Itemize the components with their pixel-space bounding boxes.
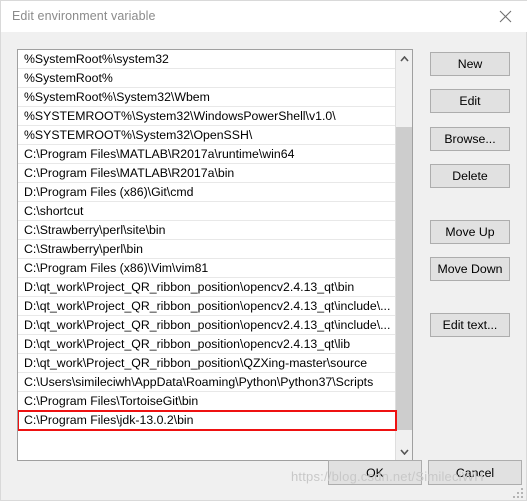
list-item[interactable]: %SystemRoot%\System32\Wbem [18, 88, 396, 107]
list-item[interactable]: D:\qt_work\Project_QR_ribbon_position\op… [18, 278, 396, 297]
list-item[interactable]: D:\qt_work\Project_QR_ribbon_position\op… [18, 335, 396, 354]
path-list[interactable]: %SystemRoot%\system32 %SystemRoot% %System… [17, 49, 413, 461]
delete-button[interactable]: Delete [430, 164, 510, 188]
list-item[interactable]: D:\qt_work\Project_QR_ribbon_position\op… [18, 316, 396, 335]
chevron-down-icon[interactable] [396, 443, 412, 460]
list-item[interactable]: C:\Program Files\TortoiseGit\bin [18, 392, 396, 411]
list-item[interactable]: C:\Strawberry\perl\site\bin [18, 221, 396, 240]
resize-grip[interactable] [513, 488, 523, 498]
list-item[interactable]: C:\Program Files\MATLAB\R2017a\bin [18, 164, 396, 183]
edit-environment-variable-dialog: Edit environment variable %SystemRoot%\s… [0, 0, 527, 501]
edit-text-button[interactable]: Edit text... [430, 313, 510, 337]
path-list-rows: %SystemRoot%\system32 %SystemRoot% %System… [18, 50, 397, 431]
ok-button[interactable]: OK [328, 460, 422, 485]
new-button[interactable]: New [430, 52, 510, 76]
cancel-button[interactable]: Cancel [428, 460, 522, 485]
list-item[interactable]: C:\Strawberry\perl\bin [18, 240, 396, 259]
list-item[interactable]: C:\Users\simileciwh\AppData\Roaming\Pyth… [18, 373, 396, 392]
close-icon[interactable] [483, 1, 527, 32]
list-item[interactable]: %SystemRoot% [18, 69, 396, 88]
list-item[interactable]: %SystemRoot%\system32 [18, 50, 396, 69]
edit-button[interactable]: Edit [430, 89, 510, 113]
chevron-up-icon[interactable] [396, 50, 412, 67]
list-item[interactable]: %SYSTEMROOT%\System32\OpenSSH\ [18, 126, 396, 145]
move-up-button[interactable]: Move Up [430, 220, 510, 244]
title-bar: Edit environment variable [1, 1, 527, 32]
browse-button[interactable]: Browse... [430, 127, 510, 151]
list-item[interactable]: C:\Program Files\jdk-13.0.2\bin [18, 410, 397, 431]
list-item[interactable]: C:\Program Files\MATLAB\R2017a\runtime\w… [18, 145, 396, 164]
list-item[interactable]: %SYSTEMROOT%\System32\WindowsPowerShell\… [18, 107, 396, 126]
window-title: Edit environment variable [12, 9, 156, 23]
list-item[interactable]: D:\Program Files (x86)\Git\cmd [18, 183, 396, 202]
list-item[interactable]: C:\shortcut [18, 202, 396, 221]
move-down-button[interactable]: Move Down [430, 257, 510, 281]
list-item[interactable]: C:\Program Files (x86)\Vim\vim81 [18, 259, 396, 278]
vertical-scrollbar[interactable] [395, 50, 412, 460]
scrollbar-thumb[interactable] [396, 127, 412, 430]
list-item[interactable]: D:\qt_work\Project_QR_ribbon_position\QZ… [18, 354, 396, 373]
list-item[interactable]: D:\qt_work\Project_QR_ribbon_position\op… [18, 297, 396, 316]
